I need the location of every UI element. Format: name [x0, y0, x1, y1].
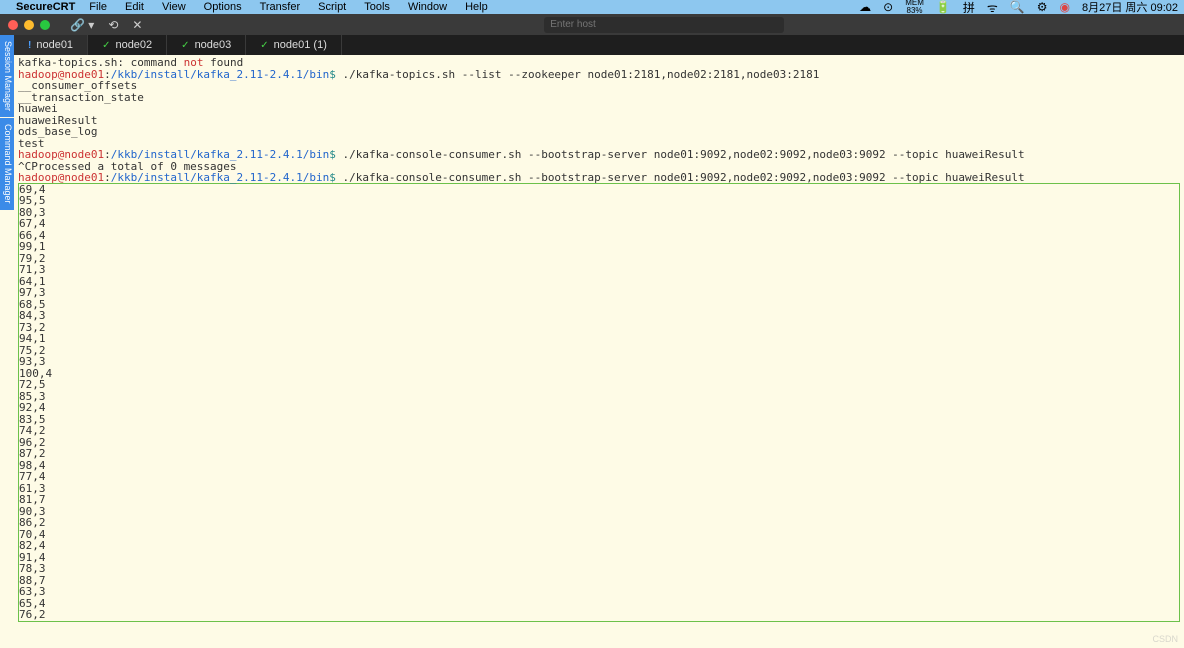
command-manager-tab[interactable]: Command Manager: [0, 118, 14, 210]
menu-script[interactable]: Script: [318, 1, 346, 13]
menu-edit[interactable]: Edit: [125, 1, 144, 13]
tab-node01-1[interactable]: ✓ node01 (1): [246, 35, 342, 55]
minimize-button[interactable]: [24, 20, 34, 30]
clock[interactable]: 8月27日 周六 09:02: [1082, 0, 1178, 15]
search-icon[interactable]: 🔍: [1010, 0, 1025, 14]
macos-menubar: SecureCRT File Edit View Options Transfe…: [0, 0, 1184, 14]
side-panels: Session Manager Command Manager: [0, 35, 14, 648]
menu-tools[interactable]: Tools: [364, 1, 390, 13]
record-icon[interactable]: ◉: [1060, 0, 1070, 14]
host-input[interactable]: [544, 17, 784, 33]
stats-icon[interactable]: ⊙: [883, 0, 893, 14]
check-icon: ✓: [102, 40, 110, 51]
battery-icon[interactable]: 🔋: [936, 0, 951, 14]
tab-label: node01 (1): [274, 39, 327, 51]
close-button[interactable]: [8, 20, 18, 30]
session-manager-tab[interactable]: Session Manager: [0, 35, 14, 117]
mem-usage: MEM83%: [905, 0, 924, 15]
menu-window[interactable]: Window: [408, 1, 447, 13]
tab-label: node03: [195, 39, 232, 51]
control-center-icon[interactable]: ⚙: [1037, 0, 1048, 14]
wechat-icon[interactable]: ☁: [859, 0, 871, 14]
tab-label: node02: [115, 39, 152, 51]
titlebar: 🔗 ▾ ⟲ ✕: [0, 14, 1184, 35]
terminal-output[interactable]: kafka-topics.sh: command not foundhadoop…: [14, 55, 1184, 648]
tab-node03[interactable]: ✓ node03: [167, 35, 246, 55]
session-tabbar: ! node01 ✓ node02 ✓ node03 ✓ node01 (1): [14, 35, 1184, 55]
reconnect-icon[interactable]: ⟲: [108, 18, 118, 32]
menu-view[interactable]: View: [162, 1, 186, 13]
connect-icon[interactable]: 🔗 ▾: [70, 18, 94, 32]
traffic-lights: [8, 20, 50, 30]
menu-options[interactable]: Options: [204, 1, 242, 13]
check-icon: ✓: [260, 40, 268, 51]
app-name[interactable]: SecureCRT: [16, 1, 75, 13]
disconnect-icon[interactable]: ✕: [132, 18, 142, 32]
menu-transfer[interactable]: Transfer: [260, 1, 301, 13]
menu-help[interactable]: Help: [465, 1, 488, 13]
securecrt-window: 🔗 ▾ ⟲ ✕ Session Manager Command Manager …: [0, 14, 1184, 648]
menu-file[interactable]: File: [89, 1, 107, 13]
tab-node01[interactable]: ! node01: [14, 35, 88, 55]
watermark: CSDN: [1152, 634, 1178, 644]
tab-node02[interactable]: ✓ node02: [88, 35, 167, 55]
warn-icon: !: [28, 40, 31, 51]
zoom-button[interactable]: [40, 20, 50, 30]
check-icon: ✓: [181, 40, 189, 51]
tab-label: node01: [36, 39, 73, 51]
